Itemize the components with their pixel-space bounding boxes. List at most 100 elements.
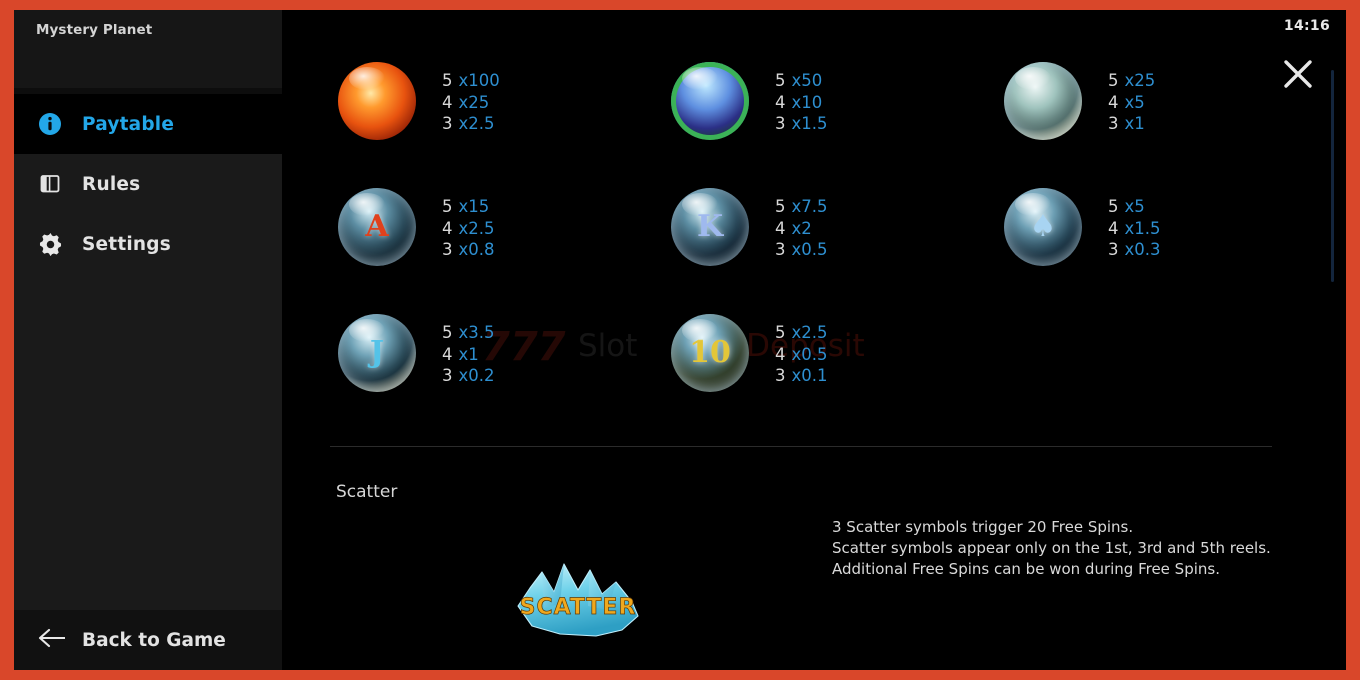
- payout-line: 3 x0.3: [1108, 239, 1161, 261]
- svg-text:SCATTER: SCATTER: [520, 595, 637, 620]
- payout-multiplier: x1: [458, 344, 479, 364]
- payout-multiplier: x0.3: [1124, 240, 1161, 259]
- payout-line: 5 x50: [775, 70, 828, 92]
- sidebar-item-paytable[interactable]: Paytable: [14, 94, 282, 154]
- paytable-entry-card-j-orb: J 5 x3.5 4 x1 3 x0.2: [312, 302, 645, 428]
- payout-list: 5 x5 4 x1.5 3 x0.3: [1108, 182, 1161, 261]
- payout-count: 3: [775, 114, 786, 133]
- paytable-entry-fire-vortex-orb: 5 x100 4 x25 3 x2.5: [312, 50, 645, 176]
- symbol-wrap: K: [645, 182, 775, 266]
- payout-line: 4 x1: [442, 344, 495, 366]
- payout-line: 3 x1: [1108, 113, 1155, 135]
- payout-count: 5: [442, 71, 453, 90]
- card-10-orb: 10: [671, 314, 749, 392]
- sidebar-item-settings[interactable]: Settings: [14, 214, 282, 274]
- payout-count: 4: [442, 344, 453, 364]
- orb-gloss: [348, 66, 385, 91]
- payout-count: 3: [1108, 114, 1119, 133]
- payout-line: 5 x3.5: [442, 322, 495, 344]
- payout-line: 3 x1.5: [775, 113, 828, 135]
- payout-line: 4 x2: [775, 218, 828, 240]
- payout-line: 3 x0.1: [775, 365, 828, 387]
- fire-vortex-orb: [338, 62, 416, 140]
- payout-line: 3 x0.8: [442, 239, 495, 261]
- paytable-entry-lightning-orb: 5 x50 4 x10 3 x1.5: [645, 50, 978, 176]
- payout-multiplier: x1.5: [1124, 218, 1161, 238]
- scatter-symbol: SCATTER: [504, 552, 652, 638]
- payout-line: 4 x10: [775, 92, 828, 114]
- orb-gloss: [348, 192, 385, 217]
- orb-gloss: [681, 192, 718, 217]
- payout-multiplier: x25: [458, 92, 490, 112]
- payout-list: 5 x100 4 x25 3 x2.5: [442, 56, 500, 135]
- tornado-orb: [1004, 62, 1082, 140]
- paytable-entry-empty: [978, 302, 1311, 428]
- payout-count: 5: [775, 71, 786, 90]
- payout-multiplier: x50: [791, 71, 823, 90]
- symbol-wrap: [645, 56, 775, 140]
- orb-gloss: [681, 318, 718, 343]
- payout-count: 5: [442, 197, 453, 216]
- scatter-title: Scatter: [336, 482, 398, 502]
- orb-gloss: [1014, 66, 1051, 91]
- sidebar-item-label-paytable: Paytable: [82, 113, 175, 135]
- payout-line: 4 x25: [442, 92, 500, 114]
- paytable-row: 5 x100 4 x25 3 x2.5 5 x50 4 x10 3 x1.5 5 x25 4 x5 3 x1: [312, 50, 1312, 176]
- sidebar-item-rules[interactable]: Rules: [14, 154, 282, 214]
- payout-multiplier: x2.5: [458, 114, 495, 133]
- payout-multiplier: x15: [458, 197, 490, 216]
- payout-line: 5 x2.5: [775, 322, 828, 344]
- payout-list: 5 x50 4 x10 3 x1.5: [775, 56, 828, 135]
- paytable-row: J 5 x3.5 4 x1 3 x0.2 10 5 x2.5 4 x0.5 3 x0.1: [312, 302, 1312, 428]
- payout-multiplier: x1: [1124, 114, 1145, 133]
- payout-count: 4: [775, 92, 786, 112]
- symbol-wrap: [312, 56, 442, 140]
- payout-multiplier: x3.5: [458, 323, 495, 342]
- orb-gloss: [1014, 192, 1051, 217]
- payout-multiplier: x100: [458, 71, 500, 90]
- sidebar-item-label-rules: Rules: [82, 173, 141, 195]
- payout-count: 5: [1108, 71, 1119, 90]
- card-j-orb: J: [338, 314, 416, 392]
- payout-line: 5 x7.5: [775, 196, 828, 218]
- paytable-row: A 5 x15 4 x2.5 3 x0.8 K 5 x7.5 4 x2 3 x0.5 ♠ 5 x5 4 x1.5 3 x…: [312, 176, 1312, 302]
- info-icon: [38, 112, 82, 136]
- back-to-game-label: Back to Game: [82, 629, 226, 651]
- sidebar-filler: [14, 274, 282, 610]
- scatter-description: 3 Scatter symbols trigger 20 Free Spins.…: [832, 517, 1271, 580]
- back-to-game-button[interactable]: Back to Game: [14, 610, 282, 670]
- symbol-wrap: 10: [645, 308, 775, 392]
- payout-multiplier: x1.5: [791, 114, 828, 133]
- paytable-entry-tornado-orb: 5 x25 4 x5 3 x1: [978, 50, 1311, 176]
- payout-line: 5 x15: [442, 196, 495, 218]
- payout-count: 3: [1108, 240, 1119, 259]
- payout-line: 3 x2.5: [442, 113, 500, 135]
- payout-line: 4 x0.5: [775, 344, 828, 366]
- payout-count: 3: [775, 366, 786, 385]
- payout-line: 3 x0.5: [775, 239, 828, 261]
- symbol-wrap: [978, 56, 1108, 140]
- payout-multiplier: x5: [1124, 92, 1145, 112]
- payout-multiplier: x25: [1124, 71, 1156, 90]
- payout-list: 5 x7.5 4 x2 3 x0.5: [775, 182, 828, 261]
- paytable-grid: 5 x100 4 x25 3 x2.5 5 x50 4 x10 3 x1.5 5 x25 4 x5 3 x1 A 5 x…: [312, 50, 1312, 428]
- sidebar-header: Mystery Planet: [14, 10, 282, 88]
- sidebar: Mystery Planet Paytable Rules Settings B…: [14, 10, 282, 670]
- scrollbar[interactable]: [1331, 70, 1334, 282]
- symbol-wrap: ♠: [978, 182, 1108, 266]
- scatter-line-1: 3 Scatter symbols trigger 20 Free Spins.: [832, 518, 1134, 536]
- app-frame: Mystery Planet Paytable Rules Settings B…: [0, 0, 1360, 680]
- payout-multiplier: x0.1: [791, 366, 828, 385]
- paytable-entry-card-10-orb: 10 5 x2.5 4 x0.5 3 x0.1: [645, 302, 978, 428]
- card-spade-orb: ♠: [1004, 188, 1082, 266]
- payout-multiplier: x5: [1124, 197, 1145, 216]
- payout-list: 5 x3.5 4 x1 3 x0.2: [442, 308, 495, 387]
- paytable-entry-card-a-orb: A 5 x15 4 x2.5 3 x0.8: [312, 176, 645, 302]
- clock: 14:16: [1283, 18, 1330, 34]
- payout-count: 4: [775, 344, 786, 364]
- main-panel: 14:16 777 Slot NoDeposit 5 x100 4 x25 3 x2.5 5…: [282, 10, 1346, 670]
- lightning-orb: [671, 62, 749, 140]
- payout-count: 5: [442, 323, 453, 342]
- payout-multiplier: x2: [791, 218, 812, 238]
- payout-line: 5 x5: [1108, 196, 1161, 218]
